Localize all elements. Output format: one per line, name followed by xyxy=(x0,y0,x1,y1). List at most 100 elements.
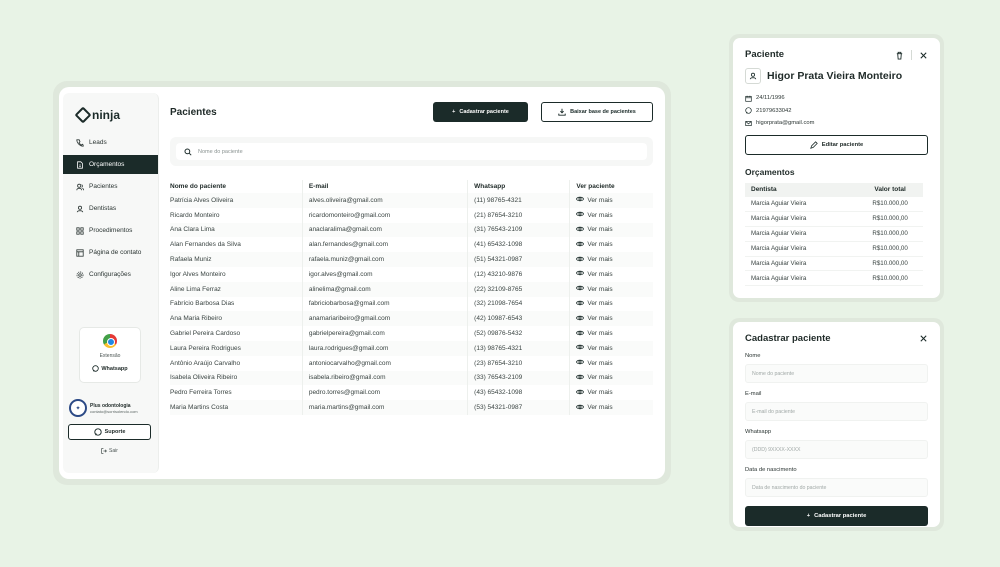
table-row[interactable]: Patrícia Alves Oliveira alves.oliveira@gm… xyxy=(170,193,653,208)
logout-label: Sair xyxy=(109,448,118,454)
logo[interactable]: ninja xyxy=(63,106,158,124)
budgets-title: Orçamentos xyxy=(745,166,795,177)
nome-field[interactable]: Nome do paciente xyxy=(745,364,928,383)
sidebar-item-configura-es[interactable]: Configurações xyxy=(63,265,158,284)
patient-whatsapp-cell: (41) 65432-1098 xyxy=(467,237,570,253)
patient-email-cell: alan.fernandes@gmail.com xyxy=(301,237,468,253)
sidebar-item-leads[interactable]: Leads xyxy=(63,133,158,152)
table-row[interactable]: Isabela Oliveira Ribeiro isabela.ribeiro@… xyxy=(170,370,653,386)
budget-row[interactable]: Marcia Aguiar Vieira R$10.000,00 xyxy=(745,241,923,257)
view-patient-cell: Ver mais xyxy=(569,370,653,386)
budget-dentist-cell: Marcia Aguiar Vieira xyxy=(745,196,852,212)
budget-dentist-cell: Marcia Aguiar Vieira xyxy=(745,226,852,242)
patient-name-cell: Antônio Araújo Carvalho xyxy=(170,359,241,367)
logo-text: ninja xyxy=(92,108,121,122)
table-row[interactable]: Igor Alves Monteiro igor.alves@gmail.com(… xyxy=(170,266,653,282)
app-window: ninja Leads Orçamentos Pacientes Dentistas P… xyxy=(53,81,671,485)
logout-button[interactable]: Sair xyxy=(101,448,118,454)
sidebar: ninja Leads Orçamentos Pacientes Dentistas P… xyxy=(63,93,159,473)
patient-name-cell: Isabela Oliveira Ribeiro xyxy=(170,370,303,386)
table-row[interactable]: Fabrício Barbosa Dias fabriciobarbosa@gma… xyxy=(170,296,653,312)
view-more-link[interactable]: Ver mais xyxy=(576,240,613,250)
view-more-link[interactable]: Ver mais xyxy=(576,358,613,368)
table-row[interactable]: Aline Lima Ferraz alinelima@gmail.com (22)… xyxy=(170,281,653,297)
sidebar-item-dentistas[interactable]: Dentistas xyxy=(63,199,158,218)
support-button[interactable]: Suporte xyxy=(68,424,151,440)
trash-icon[interactable] xyxy=(895,51,904,60)
download-patients-button[interactable]: Baixar base de pacientes xyxy=(541,102,653,122)
clinic-logo-icon: ✦ xyxy=(69,399,87,417)
sidebar-item-pacientes[interactable]: Pacientes xyxy=(63,177,158,196)
table-row[interactable]: Ricardo Monteiro ricardomonteiro@gmail.co… xyxy=(170,207,653,223)
clinic-name: Plus odontologia xyxy=(90,402,131,409)
sidebar-item-procedimentos[interactable]: Procedimentos xyxy=(63,221,158,240)
budget-row[interactable]: Marcia Aguiar Vieira R$10.000,00 xyxy=(745,226,923,242)
e-mail-field[interactable]: E-mail do paciente xyxy=(745,402,928,421)
patients-table: Nome do paciente E-mail Whatsapp Ver pac… xyxy=(170,180,653,415)
view-more-link[interactable]: Ver mais xyxy=(576,225,613,235)
register-panel: Cadastrar paciente Nome Nome do paciente E… xyxy=(729,318,944,531)
table-row[interactable]: Ana Maria Ribeiro anamariaribeiro@gmail.c… xyxy=(170,311,653,327)
sidebar-item-or-amentos[interactable]: Orçamentos xyxy=(63,155,158,174)
view-patient-cell: Ver mais xyxy=(569,311,653,327)
table-row[interactable]: Ana Clara Lima anaclaralima@gmail.com (31)… xyxy=(170,222,653,238)
budget-row[interactable]: Marcia Aguiar Vieira R$10.000,00 xyxy=(745,196,923,212)
view-more-link[interactable]: Ver mais xyxy=(576,255,613,265)
table-row[interactable]: Alan Fernandes da Silva alan.fernandes@gm… xyxy=(170,237,653,253)
budgets-table: Dentista Valor total Marcia Aguiar Vieir… xyxy=(745,182,923,287)
extension-label: Extensão xyxy=(99,353,121,359)
close-icon[interactable] xyxy=(919,51,928,60)
table-header-row: Nome do paciente E-mail Whatsapp Ver pac… xyxy=(170,180,653,193)
patient-email-value: higorprata@gmail.com xyxy=(756,120,815,127)
sidebar-item-p-gina-de-contato[interactable]: Página de contato xyxy=(63,243,158,262)
extension-card[interactable]: Extensão Whatsapp xyxy=(79,327,141,383)
search-placeholder: Nome do paciente xyxy=(198,148,243,155)
eye-icon xyxy=(576,225,585,235)
table-row[interactable]: Pedro Ferreira Torres pedro.torres@gmail.… xyxy=(170,385,653,401)
table-row[interactable]: Maria Martins Costa maria.martins@gmail.c… xyxy=(170,400,653,415)
whatsapp-field[interactable]: (DDD) 9XXXX-XXXX xyxy=(745,440,928,459)
table-row[interactable]: Antônio Araújo Carvalho antoniocarvalho@g… xyxy=(170,355,653,371)
view-more-label: Ver mais xyxy=(587,211,613,219)
search-input[interactable]: Nome do paciente xyxy=(176,143,647,160)
eye-icon xyxy=(576,373,585,383)
patient-email-cell: laura.rodrigues@gmail.com xyxy=(301,340,468,356)
view-more-link[interactable]: Ver mais xyxy=(576,343,613,353)
table-row[interactable]: Rafaela Muniz rafaela.muniz@gmail.com (51)… xyxy=(170,252,653,267)
sidebar-nav: Leads Orçamentos Pacientes Dentistas Procedi… xyxy=(63,133,158,284)
plus-icon: + xyxy=(806,513,811,519)
phone-icon xyxy=(76,138,84,147)
clinic-info: ✦ Plus odontologia contato@sorrisolendo.… xyxy=(69,399,138,417)
view-more-link[interactable]: Ver mais xyxy=(576,388,613,398)
view-more-link[interactable]: Ver mais xyxy=(576,314,613,324)
patient-whatsapp-cell: (43) 65432-1098 xyxy=(467,385,570,401)
close-icon[interactable] xyxy=(919,334,928,343)
whatsapp-icon xyxy=(745,107,752,114)
view-more-link[interactable]: Ver mais xyxy=(576,329,613,339)
patient-birthdate-value: 24/11/1996 xyxy=(756,95,785,102)
add-patient-button[interactable]: + Cadastrar paciente xyxy=(433,102,528,122)
budget-row[interactable]: Marcia Aguiar Vieira R$10.000,00 xyxy=(745,211,923,227)
table-row[interactable]: Laura Pereira Rodrigues laura.rodrigues@g… xyxy=(170,340,653,356)
view-more-label: Ver mais xyxy=(587,256,613,264)
view-more-link[interactable]: Ver mais xyxy=(576,284,613,294)
patient-email-cell: pedro.torres@gmail.com xyxy=(301,385,468,401)
view-more-link[interactable]: Ver mais xyxy=(576,195,613,205)
budget-row[interactable]: Marcia Aguiar Vieira R$10.000,00 xyxy=(745,256,923,272)
support-label: Suporte xyxy=(104,429,126,435)
logo-mark-icon xyxy=(74,106,92,124)
eye-icon xyxy=(576,269,585,279)
view-more-link[interactable]: Ver mais xyxy=(576,403,613,413)
edit-patient-button[interactable]: Editar paciente xyxy=(745,134,928,155)
patient-panel-actions xyxy=(895,50,928,60)
table-row[interactable]: Gabriel Pereira Cardoso gabrielpereira@gm… xyxy=(170,326,653,341)
data-de-nascimento-field[interactable]: Data de nascimento do paciente xyxy=(745,478,928,497)
view-more-link[interactable]: Ver mais xyxy=(576,210,613,220)
view-more-link[interactable]: Ver mais xyxy=(576,299,613,309)
view-more-label: Ver mais xyxy=(587,196,613,204)
budget-row[interactable]: Marcia Aguiar Vieira R$10.000,00 xyxy=(745,270,923,287)
view-more-link[interactable]: Ver mais xyxy=(576,269,613,279)
budget-value-cell: R$10.000,00 xyxy=(851,211,923,227)
submit-patient-button[interactable]: + Cadastrar paciente xyxy=(745,506,928,526)
view-more-link[interactable]: Ver mais xyxy=(576,373,613,383)
